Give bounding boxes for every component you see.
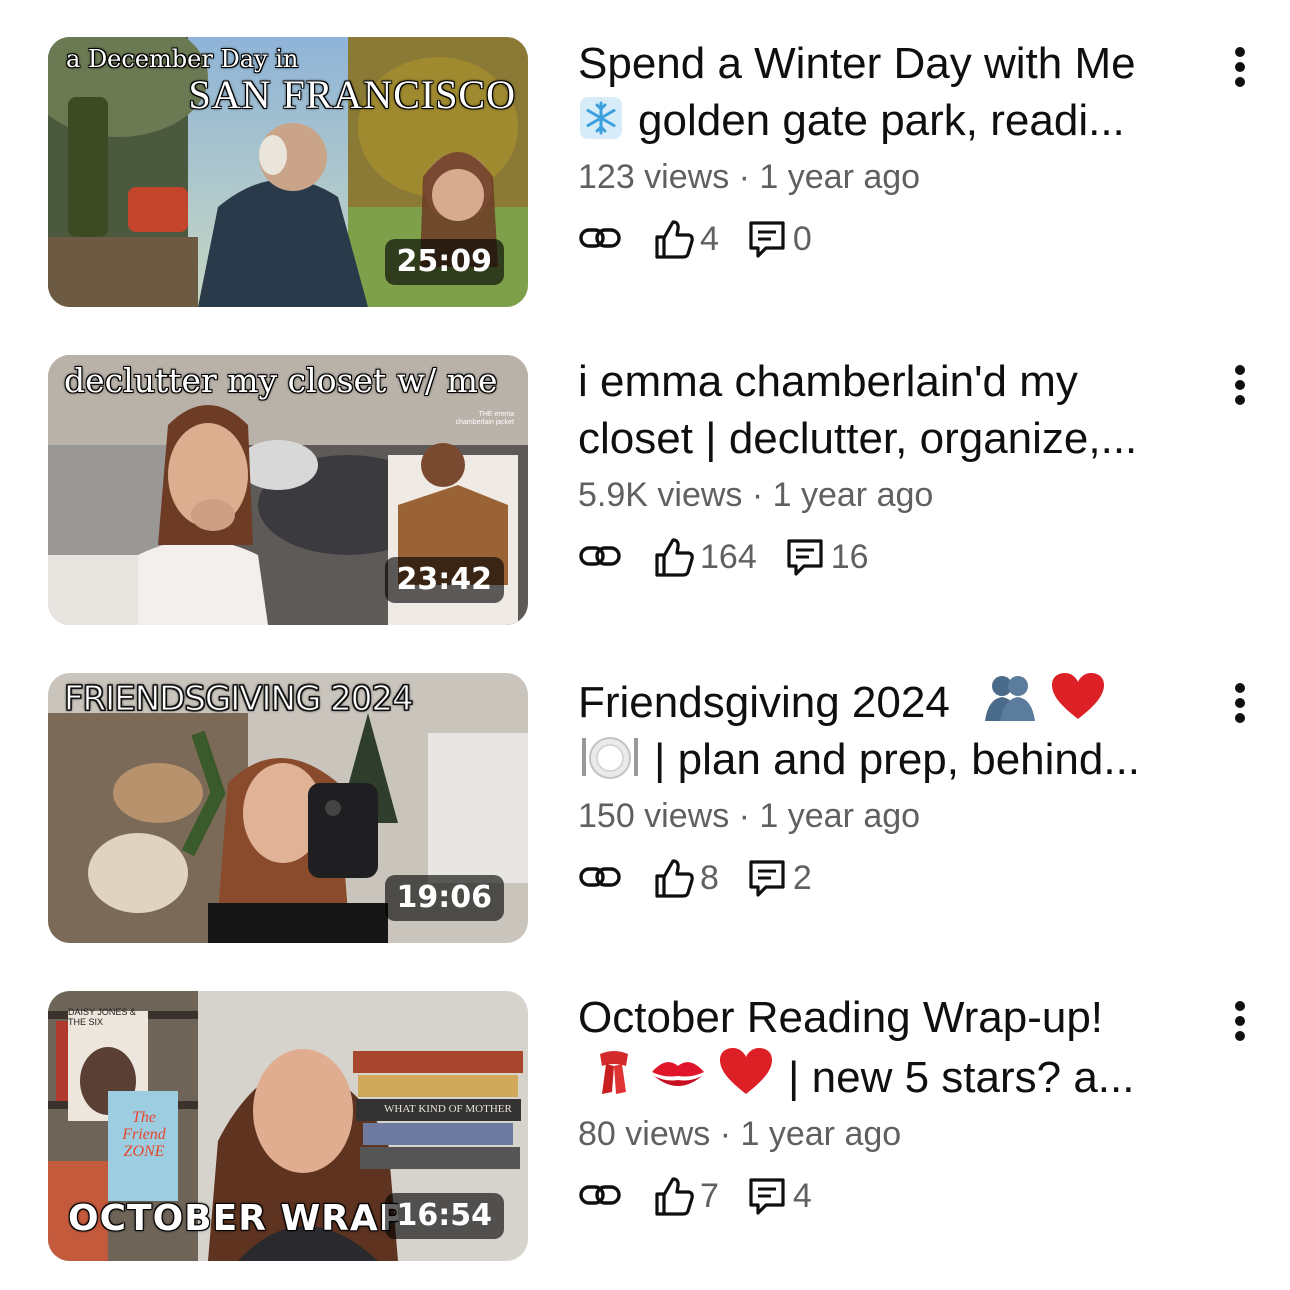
video-title-line-2: | plan and prep, behind... bbox=[654, 735, 1141, 784]
thumbs-up-icon[interactable] bbox=[652, 1174, 696, 1218]
like-count: 4 bbox=[700, 219, 719, 258]
video-thumbnail[interactable]: DAISY JONES & THE SIX The Friend ZONE WH… bbox=[48, 991, 528, 1261]
video-duration: 19:06 bbox=[384, 875, 504, 921]
thumbnail-caption-large: declutter my closet w/ me bbox=[64, 361, 498, 400]
like-count: 7 bbox=[700, 1176, 719, 1215]
video-duration: 23:42 bbox=[384, 557, 504, 603]
thumbnail-caption-large: FRIENDSGIVING 2024 bbox=[64, 679, 415, 720]
comment-icon[interactable] bbox=[745, 1174, 789, 1218]
video-meta: 150 views · 1 year ago bbox=[578, 797, 921, 835]
comment-icon[interactable] bbox=[745, 217, 789, 261]
video-title[interactable]: Friendsgiving 2024 | plan and prep, behi… bbox=[578, 671, 1218, 788]
link-icon[interactable] bbox=[578, 856, 622, 900]
red-heart-emoji-icon bbox=[720, 1048, 772, 1094]
thumbnail-caption-large: OCTOBER WRAP UP bbox=[68, 1198, 398, 1239]
video-meta: 80 views · 1 year ago bbox=[578, 1115, 902, 1153]
more-options-icon[interactable] bbox=[1228, 997, 1252, 1057]
link-icon[interactable] bbox=[578, 217, 622, 261]
video-info: Spend a Winter Day with Me golden gate p… bbox=[578, 37, 1218, 261]
comment-count: 0 bbox=[792, 219, 812, 258]
thumbs-up-icon[interactable] bbox=[652, 535, 696, 579]
comment-icon[interactable] bbox=[745, 856, 789, 900]
more-options-icon[interactable] bbox=[1228, 43, 1252, 103]
comment-icon[interactable] bbox=[783, 535, 827, 579]
red-heart-emoji-icon bbox=[1052, 673, 1105, 719]
video-meta: 5.9K views · 1 year ago bbox=[578, 476, 934, 514]
plate-cutlery-emoji-icon bbox=[582, 737, 638, 779]
video-thumbnail[interactable]: declutter my closet w/ me THE emma chamb… bbox=[48, 355, 528, 625]
thumbnail-book-title: WHAT KIND OF MOTHER bbox=[384, 1103, 512, 1115]
video-item[interactable]: FRIENDSGIVING 2024 19:06 Friendsgiving 2… bbox=[48, 673, 1270, 943]
like-count: 164 bbox=[700, 537, 757, 576]
video-stats: 4 0 bbox=[578, 217, 1218, 261]
video-title[interactable]: i emma chamberlain'd my closet | declutt… bbox=[578, 353, 1218, 467]
video-thumbnail[interactable]: FRIENDSGIVING 2024 19:06 bbox=[48, 673, 528, 943]
video-title[interactable]: Spend a Winter Day with Me golden gate p… bbox=[578, 35, 1218, 149]
thumbnail-book-title: DAISY JONES & THE SIX bbox=[68, 1007, 136, 1027]
like-count: 8 bbox=[700, 858, 719, 897]
video-stats: 7 4 bbox=[578, 1174, 1218, 1218]
thumbs-up-icon[interactable] bbox=[652, 217, 696, 261]
people-hugging-emoji-icon bbox=[985, 676, 1036, 721]
video-duration: 25:09 bbox=[384, 239, 504, 285]
video-title-line-2: golden gate park, readi... bbox=[638, 96, 1125, 145]
more-options-icon[interactable] bbox=[1228, 679, 1252, 739]
thumbnail-caption-small: THE emma chamberlain jacket bbox=[455, 411, 514, 426]
video-title-line-1: Friendsgiving 2024 bbox=[578, 678, 950, 727]
video-item[interactable]: DAISY JONES & THE SIX The Friend ZONE WH… bbox=[48, 991, 1270, 1261]
video-item[interactable]: a December Day in SAN FRANCISCO 25:09 Sp… bbox=[48, 37, 1270, 307]
video-title-line-2: | new 5 stars? a... bbox=[788, 1053, 1135, 1102]
video-list: a December Day in SAN FRANCISCO 25:09 Sp… bbox=[0, 0, 1290, 1290]
comment-count: 16 bbox=[830, 537, 869, 576]
link-icon[interactable] bbox=[578, 535, 622, 579]
kiss-mark-emoji-icon bbox=[652, 1062, 704, 1086]
video-info: i emma chamberlain'd my closet | declutt… bbox=[578, 355, 1218, 579]
video-stats: 8 2 bbox=[578, 856, 1218, 900]
video-duration: 16:54 bbox=[384, 1193, 504, 1239]
thumbs-up-icon[interactable] bbox=[652, 856, 696, 900]
video-item[interactable]: declutter my closet w/ me THE emma chamb… bbox=[48, 355, 1270, 625]
video-title[interactable]: October Reading Wrap-up! | new 5 stars? … bbox=[578, 989, 1218, 1106]
video-title-line-1: Spend a Winter Day with Me bbox=[578, 39, 1136, 88]
video-title-line-1: October Reading Wrap-up! bbox=[578, 993, 1104, 1042]
snowflake-emoji-icon bbox=[580, 97, 622, 139]
video-info: Friendsgiving 2024 | plan and prep, behi… bbox=[578, 673, 1218, 900]
video-thumbnail[interactable]: a December Day in SAN FRANCISCO 25:09 bbox=[48, 37, 528, 307]
thumbnail-caption-large: SAN FRANCISCO bbox=[188, 72, 516, 117]
video-stats: 164 16 bbox=[578, 535, 1218, 579]
link-icon[interactable] bbox=[578, 1174, 622, 1218]
video-meta: 123 views · 1 year ago bbox=[578, 158, 921, 196]
comment-count: 2 bbox=[792, 858, 812, 897]
video-title-line-2: closet | declutter, organize,... bbox=[578, 414, 1138, 463]
comment-count: 4 bbox=[792, 1176, 812, 1215]
video-info: October Reading Wrap-up! | new 5 stars? … bbox=[578, 991, 1218, 1218]
more-options-icon[interactable] bbox=[1228, 361, 1252, 421]
thumbnail-caption-small: a December Day in bbox=[66, 45, 299, 73]
video-title-line-1: i emma chamberlain'd my bbox=[578, 357, 1078, 406]
thumbnail-book-title: The Friend ZONE bbox=[122, 1109, 166, 1160]
scarf-emoji-icon bbox=[600, 1051, 628, 1094]
